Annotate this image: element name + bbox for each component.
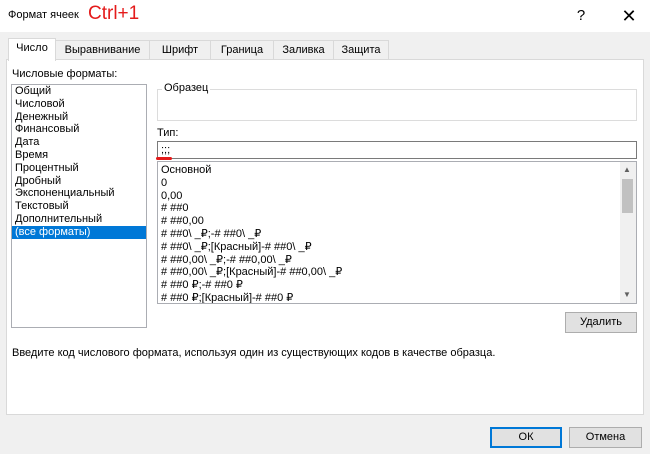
- title-bar: Формат ячеек Ctrl+1 ? ✕: [0, 0, 650, 32]
- tab-font[interactable]: Шрифт: [149, 40, 211, 60]
- list-item[interactable]: # ##0\ _₽;[Красный]-# ##0\ _₽: [158, 241, 636, 254]
- help-icon[interactable]: ?: [570, 6, 592, 26]
- list-item[interactable]: Основной: [158, 164, 636, 177]
- delete-button[interactable]: Удалить: [565, 312, 637, 333]
- list-item[interactable]: # ##0,00\ _₽;[Красный]-# ##0,00\ _₽: [158, 266, 636, 279]
- list-item[interactable]: Процентный: [12, 162, 146, 175]
- list-item[interactable]: Дата: [12, 136, 146, 149]
- tab-alignment[interactable]: Выравнивание: [55, 40, 150, 60]
- tab-fill[interactable]: Заливка: [273, 40, 334, 60]
- list-item-selected[interactable]: (все форматы): [12, 225, 146, 239]
- tab-number[interactable]: Число: [8, 38, 56, 61]
- sample-label: Образец: [162, 82, 211, 94]
- list-item[interactable]: Экспоненциальный: [12, 187, 146, 200]
- scroll-thumb[interactable]: [622, 179, 633, 213]
- list-item[interactable]: Дополнительный: [12, 213, 146, 226]
- sample-group: [157, 89, 637, 121]
- tab-protection[interactable]: Защита: [333, 40, 389, 60]
- list-item[interactable]: 0: [158, 177, 636, 190]
- list-item[interactable]: # ##0: [158, 202, 636, 215]
- tab-border[interactable]: Граница: [210, 40, 274, 60]
- type-list-scrollbar[interactable]: ▲ ▼: [620, 162, 636, 303]
- scroll-down-icon[interactable]: ▼: [620, 288, 634, 302]
- list-item[interactable]: Общий: [12, 85, 146, 98]
- scroll-up-icon[interactable]: ▲: [620, 163, 634, 177]
- list-item[interactable]: # ##0,00: [158, 215, 636, 228]
- list-item[interactable]: # ##0 ₽;-# ##0 ₽: [158, 279, 636, 292]
- list-item[interactable]: # ##0\ _₽;-# ##0\ _₽: [158, 228, 636, 241]
- list-item[interactable]: Дробный: [12, 175, 146, 188]
- type-format-list[interactable]: Основной 0 0,00 # ##0 # ##0,00 # ##0\ _₽…: [157, 161, 637, 304]
- type-input[interactable]: [157, 141, 637, 159]
- number-formats-list[interactable]: Общий Числовой Денежный Финансовый Дата …: [11, 84, 147, 328]
- list-item[interactable]: Финансовый: [12, 123, 146, 136]
- hint-text: Введите код числового формата, используя…: [12, 347, 496, 359]
- list-item[interactable]: # ##0,00\ _₽;-# ##0,00\ _₽: [158, 254, 636, 267]
- list-item[interactable]: Денежный: [12, 111, 146, 124]
- list-item[interactable]: Текстовый: [12, 200, 146, 213]
- type-underline-annotation: [156, 157, 172, 160]
- number-formats-label: Числовые форматы:: [12, 68, 118, 80]
- window-title: Формат ячеек: [8, 9, 79, 21]
- list-item[interactable]: 0,00: [158, 190, 636, 203]
- list-item[interactable]: # ##0 ₽;[Красный]-# ##0 ₽: [158, 292, 636, 303]
- close-icon[interactable]: ✕: [618, 6, 640, 26]
- list-item[interactable]: Числовой: [12, 98, 146, 111]
- shortcut-annotation: Ctrl+1: [88, 3, 140, 24]
- type-label: Тип:: [157, 127, 179, 139]
- cancel-button[interactable]: Отмена: [569, 427, 642, 448]
- list-item[interactable]: Время: [12, 149, 146, 162]
- ok-button[interactable]: ОК: [490, 427, 562, 448]
